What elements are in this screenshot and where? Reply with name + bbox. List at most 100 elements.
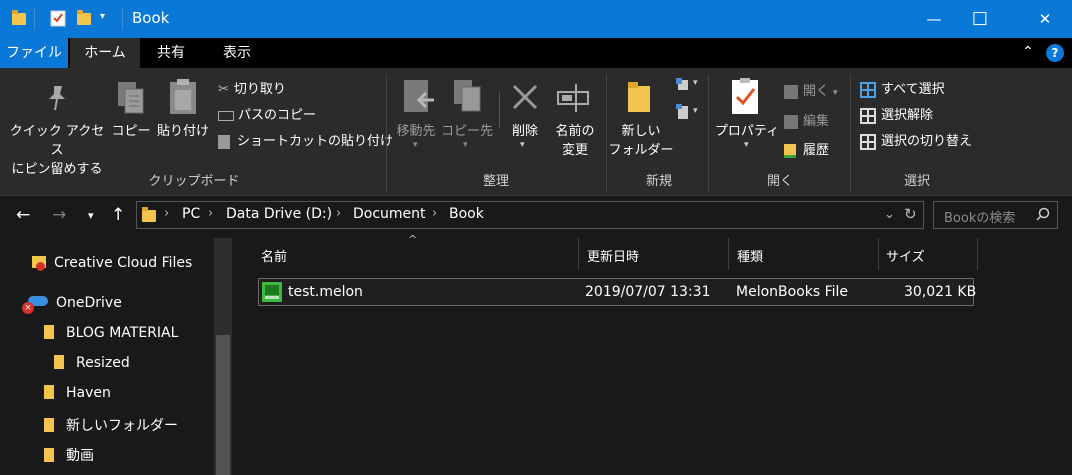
up-arrow-icon[interactable]: ↑ [111, 205, 125, 225]
breadcrumb-chevron-icon[interactable]: › [208, 206, 213, 221]
breadcrumb-chevron-icon[interactable]: › [336, 206, 341, 221]
file-type: MelonBooks File [736, 284, 849, 300]
divider [122, 8, 123, 30]
column-divider[interactable] [977, 238, 978, 270]
pin-to-quick-access-button[interactable]: クイック アクセス にピン留めする [4, 122, 110, 179]
move-to-button[interactable]: 移動先 [390, 122, 442, 141]
refresh-icon[interactable]: ↻ [904, 205, 917, 223]
group-separator [850, 74, 851, 192]
nav-item-new-folder[interactable]: 新しいフォルダー [44, 415, 178, 435]
copy-button[interactable]: コピー [110, 122, 152, 141]
folder-icon [44, 385, 54, 399]
column-divider[interactable] [878, 238, 879, 270]
column-divider[interactable] [728, 238, 729, 270]
select-none-button[interactable]: 選択解除 [860, 104, 933, 124]
nav-item-creative-cloud[interactable]: Creative Cloud Files [32, 255, 192, 271]
copy-path-button[interactable]: パスのコピー [218, 104, 316, 123]
open-label: 開く [803, 84, 830, 99]
group-separator [606, 74, 607, 192]
chevron-down-icon[interactable]: ▾ [693, 78, 698, 88]
column-header-name[interactable]: 名前 [261, 246, 287, 265]
file-size: 30,021 KB [904, 284, 977, 300]
select-all-button[interactable]: すべて選択 [860, 78, 945, 98]
breadcrumb-pc[interactable]: PC [182, 206, 200, 222]
select-all-label: すべて選択 [881, 82, 945, 97]
paste-shortcut-button[interactable]: ショートカットの貼り付け [218, 130, 393, 149]
group-label-new: 新規 [645, 174, 672, 189]
back-arrow-icon[interactable]: ← [16, 205, 30, 225]
pin-label-line2: にピン留めする [11, 162, 103, 177]
nav-item-haven[interactable]: Haven [44, 385, 111, 401]
paste-icon [170, 79, 196, 114]
nav-item-videos[interactable]: 動画 [44, 445, 94, 465]
column-header-size[interactable]: サイズ [886, 246, 925, 265]
delete-button[interactable]: 削除 [504, 122, 546, 141]
open-icon [784, 84, 798, 99]
column-header-type[interactable]: 種類 [737, 246, 763, 265]
easy-access-icon[interactable] [676, 104, 690, 120]
copy-icon [118, 82, 144, 114]
paste-button[interactable]: 貼り付け [154, 122, 212, 141]
chevron-down-icon: ▾ [744, 140, 749, 150]
chevron-down-icon[interactable]: ▾ [693, 106, 698, 116]
copy-path-label: パスのコピー [238, 108, 317, 123]
search-icon[interactable] [1036, 207, 1050, 221]
breadcrumb-book[interactable]: Book [449, 206, 484, 222]
new-folder-label-line1: 新しい [621, 124, 661, 139]
nav-item-label: BLOG MATERIAL [66, 325, 179, 341]
nav-item-label: 動画 [66, 448, 94, 464]
paste-shortcut-icon [218, 134, 230, 149]
cut-label: 切り取り [233, 82, 286, 97]
group-label-open: 開く [766, 174, 793, 189]
open-button[interactable]: 開く ▾ [784, 80, 838, 99]
file-list [236, 238, 1072, 475]
history-label: 履歴 [803, 143, 830, 158]
tab-home[interactable]: ホーム [70, 38, 140, 68]
folder-icon [44, 418, 54, 432]
ribbon-tab-bar: ファイル ホーム 共有 表示 ⌃ ? [0, 38, 1072, 68]
group-separator [386, 74, 387, 192]
column-divider[interactable] [578, 238, 579, 270]
select-all-icon [860, 81, 876, 98]
tab-share[interactable]: 共有 [140, 38, 202, 68]
help-icon[interactable]: ? [1046, 44, 1064, 62]
search-placeholder: Bookの検索 [944, 211, 1016, 226]
invert-selection-button[interactable]: 選択の切り替え [860, 130, 972, 150]
customize-quick-access-icon[interactable]: ▾ [100, 11, 105, 22]
new-folder-icon[interactable] [77, 10, 91, 25]
properties-icon[interactable] [50, 9, 66, 27]
maximize-button[interactable]: ☐ [957, 0, 1003, 38]
nav-item-label: OneDrive [56, 295, 122, 311]
copy-to-button[interactable]: コピー先 [440, 122, 494, 141]
nav-pane-scrollbar-thumb[interactable] [216, 335, 230, 475]
collapse-ribbon-icon[interactable]: ⌃ [1022, 44, 1034, 60]
edit-icon [784, 114, 798, 129]
forward-arrow-icon[interactable]: → [52, 205, 66, 225]
breadcrumb-chevron-icon[interactable]: › [432, 206, 437, 221]
properties-button[interactable]: プロパティ [714, 122, 780, 141]
column-header-modified[interactable]: 更新日時 [587, 246, 639, 265]
recent-locations-chevron-icon[interactable]: ▾ [88, 209, 94, 222]
cut-button[interactable]: ✂ 切り取り [218, 78, 286, 97]
edit-button[interactable]: 編集 [784, 110, 829, 129]
folder-icon [44, 448, 54, 462]
group-separator [708, 74, 709, 192]
tab-view[interactable]: 表示 [202, 38, 272, 68]
tab-file[interactable]: ファイル [0, 38, 68, 68]
new-item-icon[interactable] [676, 78, 690, 92]
nav-item-onedrive[interactable]: × OneDrive [22, 295, 122, 314]
breadcrumb-data-drive[interactable]: Data Drive (D:) [226, 206, 332, 222]
nav-item-resized[interactable]: Resized [54, 355, 130, 371]
paste-shortcut-label: ショートカットの貼り付け [237, 134, 394, 149]
close-button[interactable]: ✕ [1018, 0, 1072, 38]
breadcrumb-chevron-icon[interactable]: › [164, 206, 169, 221]
breadcrumb-document[interactable]: Document [353, 206, 426, 222]
new-folder-button[interactable]: 新しい フォルダー [608, 122, 674, 160]
onedrive-icon: × [22, 296, 48, 314]
address-dropdown-chevron-icon[interactable]: ⌄ [884, 207, 895, 222]
history-button[interactable]: 履歴 [784, 139, 829, 158]
minimize-button[interactable]: — [911, 0, 957, 38]
nav-item-blog-material[interactable]: BLOG MATERIAL [44, 325, 178, 341]
rename-button[interactable]: 名前の 変更 [550, 122, 600, 160]
scissors-icon: ✂ [218, 82, 229, 97]
